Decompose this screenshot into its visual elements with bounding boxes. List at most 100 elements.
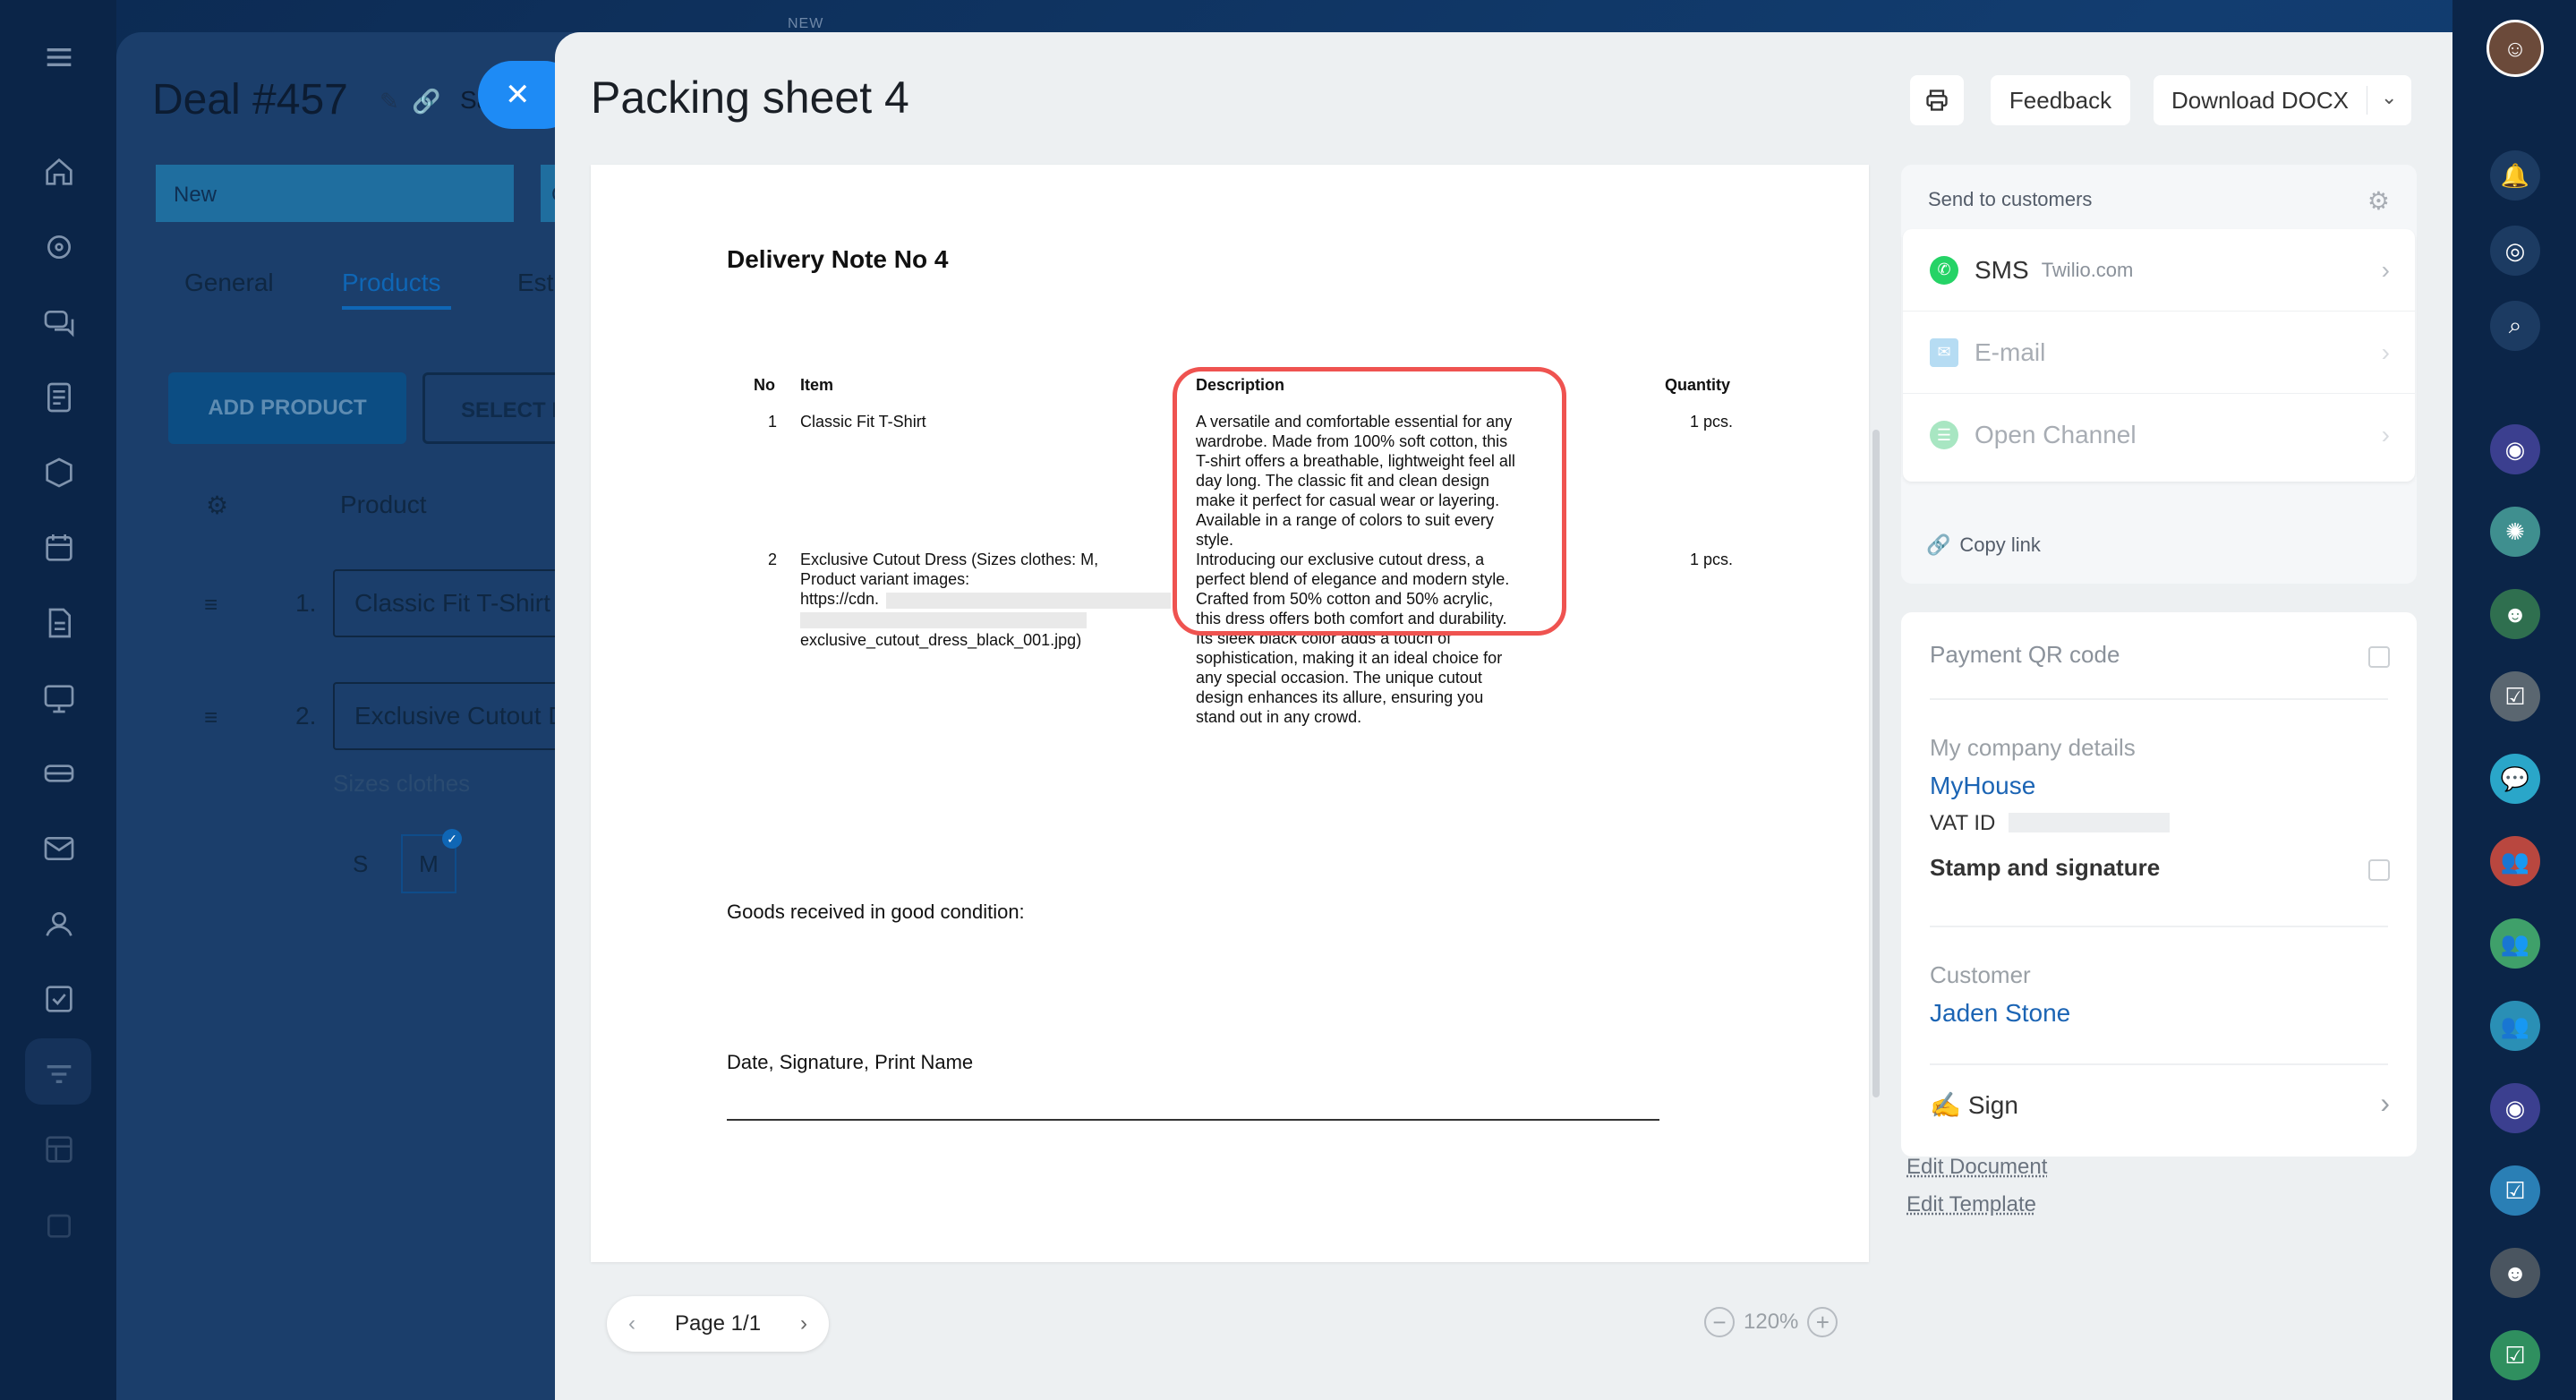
- email-icon: ✉: [1930, 337, 1958, 367]
- group-avatar[interactable]: ✺: [2490, 507, 2540, 557]
- link-icon[interactable]: 🔗: [412, 88, 440, 115]
- gear-icon[interactable]: ⚙: [2367, 186, 2390, 216]
- copy-link-button[interactable]: 🔗 Copy link: [1926, 534, 2041, 557]
- task-icon[interactable]: ☑: [2490, 1165, 2540, 1216]
- contacts-icon[interactable]: [39, 904, 79, 943]
- customer-link[interactable]: Jaden Stone: [1930, 999, 2070, 1028]
- stage-new[interactable]: New: [156, 165, 514, 222]
- mail-icon[interactable]: [39, 829, 79, 868]
- group-chat-icon[interactable]: 👥: [2490, 1001, 2540, 1051]
- vat-label: VAT ID: [1930, 811, 1996, 835]
- description-highlight: [1173, 367, 1566, 636]
- feedback-button[interactable]: Feedback: [1991, 75, 2130, 125]
- crm-icon[interactable]: [39, 227, 79, 267]
- sign-button[interactable]: ✍ Sign: [1930, 1090, 2018, 1120]
- close-icon: ✕: [505, 78, 531, 112]
- send-options: ✆ SMS Twilio.com › ✉ E-mail › ☰ Open Cha…: [1903, 229, 2415, 482]
- chat-icon[interactable]: [39, 303, 79, 342]
- person-avatar[interactable]: ☻: [2490, 1248, 2540, 1298]
- chevron-right-icon[interactable]: ›: [800, 1311, 807, 1336]
- divider: [1930, 1063, 2388, 1065]
- chevron-right-icon: ›: [2381, 255, 2390, 284]
- feed-icon[interactable]: [39, 378, 79, 417]
- document-heading: Delivery Note No 4: [727, 245, 949, 273]
- tab-general[interactable]: General: [184, 269, 274, 297]
- tab-underline: [342, 306, 451, 310]
- zoom-control: − 120% +: [1704, 1307, 1838, 1337]
- channel-icon[interactable]: ◉: [2490, 1083, 2540, 1133]
- channel-icon[interactable]: ◉: [2490, 424, 2540, 474]
- settings-icon[interactable]: ⚙: [206, 491, 228, 520]
- edit-document-link[interactable]: Edit Document: [1906, 1155, 2047, 1180]
- home-icon[interactable]: [39, 152, 79, 192]
- item-line: Exclusive Cutout Dress (Sizes clothes: M…: [800, 551, 1099, 568]
- group-chat-icon[interactable]: 👥: [2490, 918, 2540, 969]
- target-icon[interactable]: ◎: [2490, 226, 2540, 276]
- docs-icon[interactable]: [39, 603, 79, 643]
- sites-icon[interactable]: [39, 1130, 79, 1169]
- send-sms-option[interactable]: ✆ SMS Twilio.com ›: [1903, 229, 2415, 312]
- shield-icon[interactable]: [39, 453, 79, 492]
- redacted-url: [800, 612, 1087, 628]
- download-docx-button[interactable]: Download DOCX ⌄: [2154, 75, 2411, 125]
- stamp-checkbox[interactable]: [2368, 859, 2390, 881]
- goods-received-text: Goods received in good condition:: [727, 901, 1025, 923]
- sizes-label: Sizes clothes: [333, 770, 471, 797]
- sign-icon: ✍: [1930, 1091, 1961, 1119]
- chevron-down-icon[interactable]: ⌄: [2381, 86, 2397, 109]
- item-quantity: 1 pcs.: [1690, 551, 1734, 568]
- deal-card: Deal #457 ✎ 🔗 Sa New C General Products …: [116, 32, 582, 1400]
- download-docx-label: Download DOCX: [2171, 86, 2349, 114]
- task-icon[interactable]: ☑: [2490, 1330, 2540, 1380]
- chevron-right-icon[interactable]: ›: [2380, 1087, 2390, 1120]
- edit-template-link[interactable]: Edit Template: [1906, 1192, 2036, 1217]
- deal-title: Deal #457: [152, 76, 348, 124]
- copy-link-label: Copy link: [1959, 534, 2041, 556]
- store-icon[interactable]: [39, 1205, 79, 1244]
- menu-icon[interactable]: [39, 38, 79, 77]
- group-chat-icon[interactable]: 👥: [2490, 836, 2540, 886]
- send-email-option[interactable]: ✉ E-mail ›: [1903, 312, 2415, 394]
- payment-qr-checkbox[interactable]: [2368, 646, 2390, 668]
- sms-provider: Twilio.com: [2041, 258, 2134, 281]
- product-name-input[interactable]: Classic Fit T-Shirt: [333, 569, 582, 637]
- divider: [1930, 926, 2388, 927]
- chat-bubble-icon[interactable]: 💬: [2490, 754, 2540, 804]
- calendar-icon[interactable]: [39, 528, 79, 568]
- zoom-in-icon[interactable]: +: [1807, 1307, 1838, 1337]
- signature-caption: Date, Signature, Print Name: [727, 1051, 974, 1073]
- print-button[interactable]: [1910, 75, 1964, 125]
- drive-icon[interactable]: [39, 754, 79, 793]
- row-number: 2: [768, 551, 778, 568]
- product-name-input[interactable]: Exclusive Cutout Dress: [333, 682, 582, 750]
- add-product-button[interactable]: ADD PRODUCT: [168, 372, 406, 444]
- board-icon[interactable]: [39, 679, 79, 718]
- tab-products[interactable]: Products: [342, 269, 441, 297]
- edit-icon[interactable]: ✎: [380, 88, 399, 115]
- size-s-option[interactable]: S: [353, 850, 368, 878]
- scrollbar[interactable]: [1872, 430, 1880, 1097]
- drag-handle-icon[interactable]: ≡: [204, 591, 231, 619]
- tab-estimate[interactable]: Est: [517, 269, 553, 297]
- company-label: My company details: [1930, 734, 2136, 761]
- drag-handle-icon[interactable]: ≡: [204, 704, 231, 731]
- send-open-channel-option[interactable]: ☰ Open Channel ›: [1903, 394, 2415, 476]
- person-avatar[interactable]: ☻: [2490, 589, 2540, 639]
- column-quantity: Quantity: [1665, 376, 1731, 394]
- task-icon[interactable]: ☑: [2490, 671, 2540, 721]
- company-link[interactable]: MyHouse: [1930, 772, 2035, 800]
- bell-icon[interactable]: 🔔: [2490, 150, 2540, 201]
- check-icon: ✓: [442, 829, 462, 849]
- filter-icon[interactable]: [39, 1054, 79, 1094]
- open-channel-icon: ☰: [1930, 421, 1958, 449]
- column-no: No: [754, 376, 775, 394]
- zoom-out-icon[interactable]: −: [1704, 1307, 1735, 1337]
- tasks-icon[interactable]: [39, 979, 79, 1019]
- description-line: any special occasion. The unique cutout: [1196, 669, 1482, 687]
- search-chat-icon[interactable]: ⌕: [2490, 301, 2540, 351]
- sms-label: SMS: [1975, 255, 2029, 284]
- send-panel: Send to customers ⚙ ✆ SMS Twilio.com › ✉…: [1901, 165, 2417, 584]
- signature-line: [727, 1119, 1659, 1121]
- user-avatar[interactable]: ☺: [2486, 20, 2544, 77]
- chevron-left-icon[interactable]: ‹: [628, 1311, 635, 1336]
